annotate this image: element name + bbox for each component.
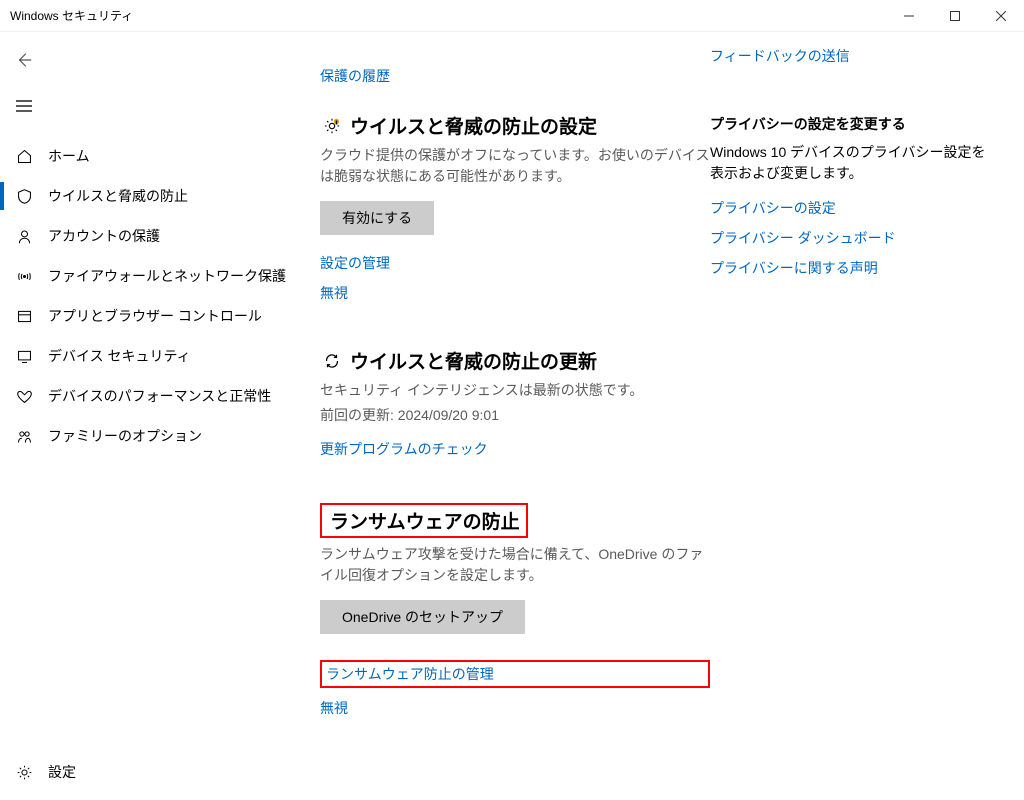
sidebar-item-label: ホーム	[48, 146, 90, 166]
privacy-dashboard-link[interactable]: プライバシー ダッシュボード	[710, 228, 990, 248]
family-icon	[14, 428, 34, 445]
section-desc: ランサムウェア攻撃を受けた場合に備えて、OneDrive のファイル回復オプショ…	[320, 544, 710, 586]
window-controls	[886, 0, 1024, 32]
privacy-settings-link[interactable]: プライバシーの設定	[710, 198, 990, 218]
maximize-button[interactable]	[932, 0, 978, 32]
gear-small-icon: !	[320, 117, 344, 135]
minimize-button[interactable]	[886, 0, 932, 32]
onedrive-setup-button[interactable]: OneDrive のセットアップ	[320, 600, 525, 634]
device-icon	[14, 348, 34, 365]
svg-text:!: !	[336, 120, 337, 125]
sidebar: ホーム ウイルスと脅威の防止 アカウントの保護 ファイアウォールとネットワーク保…	[0, 32, 320, 800]
section-desc: セキュリティ インテリジェンスは最新の状態です。	[320, 380, 710, 401]
titlebar: Windows セキュリティ	[0, 0, 1024, 32]
refresh-icon	[320, 352, 344, 370]
privacy-statement-link[interactable]: プライバシーに関する声明	[710, 258, 990, 278]
sidebar-item-perf[interactable]: デバイスのパフォーマンスと正常性	[0, 376, 320, 416]
sidebar-item-label: アカウントの保護	[48, 226, 160, 246]
sidebar-item-home[interactable]: ホーム	[0, 136, 320, 176]
section-heading: ウイルスと脅威の防止の設定	[350, 112, 597, 139]
sidebar-item-label: デバイス セキュリティ	[48, 346, 191, 366]
back-button[interactable]	[0, 40, 48, 80]
section-heading: ウイルスと脅威の防止の更新	[350, 347, 597, 374]
sidebar-item-device[interactable]: デバイス セキュリティ	[0, 336, 320, 376]
window-title: Windows セキュリティ	[10, 7, 133, 24]
sidebar-item-label: ウイルスと脅威の防止	[48, 186, 188, 206]
section-desc: クラウド提供の保護がオフになっています。お使いのデバイスは脆弱な状態にある可能性…	[320, 145, 710, 187]
close-button[interactable]	[978, 0, 1024, 32]
aside-desc: Windows 10 デバイスのプライバシー設定を表示および変更します。	[710, 142, 990, 184]
gear-icon	[14, 764, 34, 781]
update-section: ウイルスと脅威の防止の更新 セキュリティ インテリジェンスは最新の状態です。 前…	[320, 347, 710, 459]
sidebar-item-settings[interactable]: 設定	[0, 752, 320, 792]
sidebar-item-label: ファイアウォールとネットワーク保護	[48, 266, 286, 286]
aside-heading: プライバシーの設定を変更する	[710, 114, 990, 134]
nav: ホーム ウイルスと脅威の防止 アカウントの保護 ファイアウォールとネットワーク保…	[0, 136, 320, 752]
sidebar-item-label: 設定	[48, 762, 76, 782]
settings-section: ! ウイルスと脅威の防止の設定 クラウド提供の保護がオフになっています。お使いの…	[320, 112, 710, 303]
shield-icon	[14, 188, 34, 205]
section-heading: ランサムウェアの防止	[330, 507, 520, 534]
sidebar-item-firewall[interactable]: ファイアウォールとネットワーク保護	[0, 256, 320, 296]
ransomware-section: ランサムウェアの防止 ランサムウェア攻撃を受けた場合に備えて、OneDrive …	[320, 503, 710, 718]
aside-column: フィードバックの送信 プライバシーの設定を変更する Windows 10 デバイ…	[710, 32, 1006, 800]
hamburger-button[interactable]	[0, 84, 48, 128]
sidebar-item-label: ファミリーのオプション	[48, 426, 202, 446]
content: リアルタイム保護 保護の履歴 ! ウイルスと脅威の防止の設定 クラウド提供の保護…	[320, 32, 1024, 800]
ignore-link[interactable]: 無視	[320, 698, 710, 718]
antenna-icon	[14, 268, 34, 285]
last-update: 前回の更新: 2024/09/20 9:01	[320, 405, 710, 425]
sidebar-item-family[interactable]: ファミリーのオプション	[0, 416, 320, 456]
protection-history-link[interactable]: 保護の履歴	[320, 66, 710, 86]
sidebar-item-virus[interactable]: ウイルスと脅威の防止	[0, 176, 320, 216]
person-icon	[14, 228, 34, 245]
enable-button[interactable]: 有効にする	[320, 201, 434, 235]
main-column: リアルタイム保護 保護の履歴 ! ウイルスと脅威の防止の設定 クラウド提供の保護…	[320, 32, 710, 800]
ignore-link[interactable]: 無視	[320, 283, 710, 303]
sidebar-item-label: デバイスのパフォーマンスと正常性	[48, 386, 271, 406]
manage-ransomware-link[interactable]: ランサムウェア防止の管理	[326, 666, 494, 682]
app-icon	[14, 308, 34, 325]
home-icon	[14, 148, 34, 165]
sidebar-item-appbrowser[interactable]: アプリとブラウザー コントロール	[0, 296, 320, 336]
feedback-link[interactable]: フィードバックの送信	[710, 48, 850, 64]
manage-settings-link[interactable]: 設定の管理	[320, 253, 710, 273]
heart-icon	[14, 388, 34, 405]
sidebar-item-label: アプリとブラウザー コントロール	[48, 306, 262, 326]
sidebar-item-account[interactable]: アカウントの保護	[0, 216, 320, 256]
check-updates-link[interactable]: 更新プログラムのチェック	[320, 441, 488, 457]
